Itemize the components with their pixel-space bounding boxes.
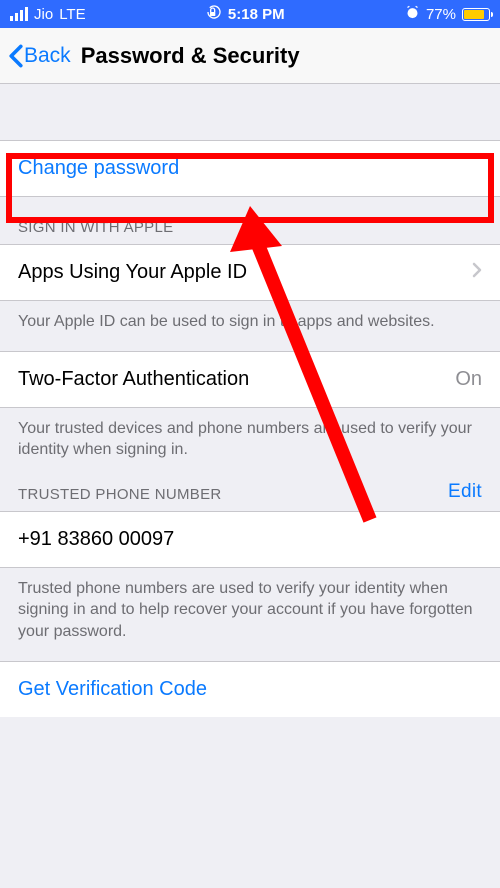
back-label: Back bbox=[24, 44, 71, 68]
edit-button[interactable]: Edit bbox=[448, 481, 482, 503]
alarm-icon bbox=[405, 5, 420, 24]
status-bar: Jio LTE 5:18 PM 77% bbox=[0, 0, 500, 28]
nav-bar: Back Password & Security bbox=[0, 28, 500, 84]
time-label: 5:18 PM bbox=[228, 6, 285, 23]
trusted-phone-header: TRUSTED PHONE NUMBER Edit bbox=[0, 469, 500, 511]
two-factor-value: On bbox=[455, 368, 482, 391]
get-verification-code-row[interactable]: Get Verification Code bbox=[0, 661, 500, 717]
two-factor-footer: Your trusted devices and phone numbers a… bbox=[0, 408, 500, 469]
change-password-row[interactable]: Change password bbox=[0, 140, 500, 197]
back-button[interactable]: Back bbox=[8, 44, 71, 68]
chevron-right-icon bbox=[472, 261, 482, 284]
carrier-label: Jio bbox=[34, 6, 53, 23]
two-factor-row[interactable]: Two-Factor Authentication On bbox=[0, 351, 500, 408]
apps-using-footer: Your Apple ID can be used to sign in to … bbox=[0, 301, 500, 351]
trusted-phone-row[interactable]: +91 83860 00097 bbox=[0, 511, 500, 568]
two-factor-label: Two-Factor Authentication bbox=[18, 368, 249, 391]
battery-icon bbox=[462, 8, 490, 21]
chevron-left-icon bbox=[8, 44, 24, 68]
apps-using-apple-id-row[interactable]: Apps Using Your Apple ID bbox=[0, 244, 500, 301]
network-label: LTE bbox=[59, 6, 85, 23]
sign-in-with-apple-header: SIGN IN WITH APPLE bbox=[0, 197, 500, 244]
trusted-phone-footer: Trusted phone numbers are used to verify… bbox=[0, 568, 500, 661]
change-password-label: Change password bbox=[18, 157, 179, 180]
get-verification-code-label: Get Verification Code bbox=[18, 678, 207, 701]
content: Change password SIGN IN WITH APPLE Apps … bbox=[0, 84, 500, 717]
phone-number-label: +91 83860 00097 bbox=[18, 528, 174, 551]
orientation-lock-icon bbox=[206, 4, 222, 24]
page-title: Password & Security bbox=[81, 43, 300, 69]
signal-icon bbox=[10, 7, 28, 21]
battery-pct-label: 77% bbox=[426, 6, 456, 23]
apps-using-label: Apps Using Your Apple ID bbox=[18, 261, 247, 284]
